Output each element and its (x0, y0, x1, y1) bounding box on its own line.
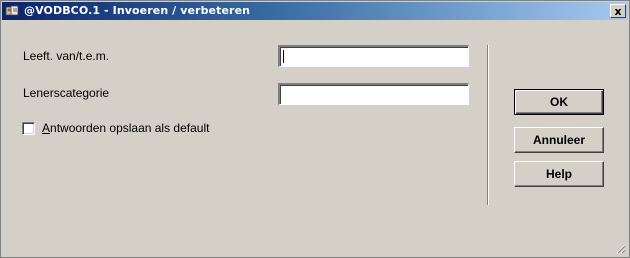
resize-grip-icon[interactable] (614, 242, 626, 254)
close-button[interactable]: x (610, 4, 626, 18)
age-range-input[interactable] (278, 45, 469, 67)
text-caret (283, 50, 284, 63)
cancel-button[interactable]: Annuleer (514, 127, 604, 153)
borrower-category-label: Lenerscategorie (23, 86, 110, 100)
age-range-label: Leeft. van/t.e.m. (23, 49, 110, 63)
ok-button[interactable]: OK (514, 89, 604, 115)
title-bar[interactable]: @VODBCO.1 - Invoeren / verbeteren x (2, 2, 628, 20)
dialog-window: @VODBCO.1 - Invoeren / verbeteren x Leef… (0, 0, 630, 258)
help-button[interactable]: Help (514, 161, 604, 187)
save-as-default-label[interactable]: Antwoorden opslaan als default (42, 121, 209, 135)
close-icon: x (614, 4, 622, 18)
save-as-default-checkbox[interactable] (22, 122, 35, 135)
app-icon (5, 4, 21, 18)
vertical-separator (487, 45, 489, 205)
borrower-category-input[interactable] (278, 83, 469, 105)
window-title: @VODBCO.1 - Invoeren / verbeteren (24, 4, 251, 17)
